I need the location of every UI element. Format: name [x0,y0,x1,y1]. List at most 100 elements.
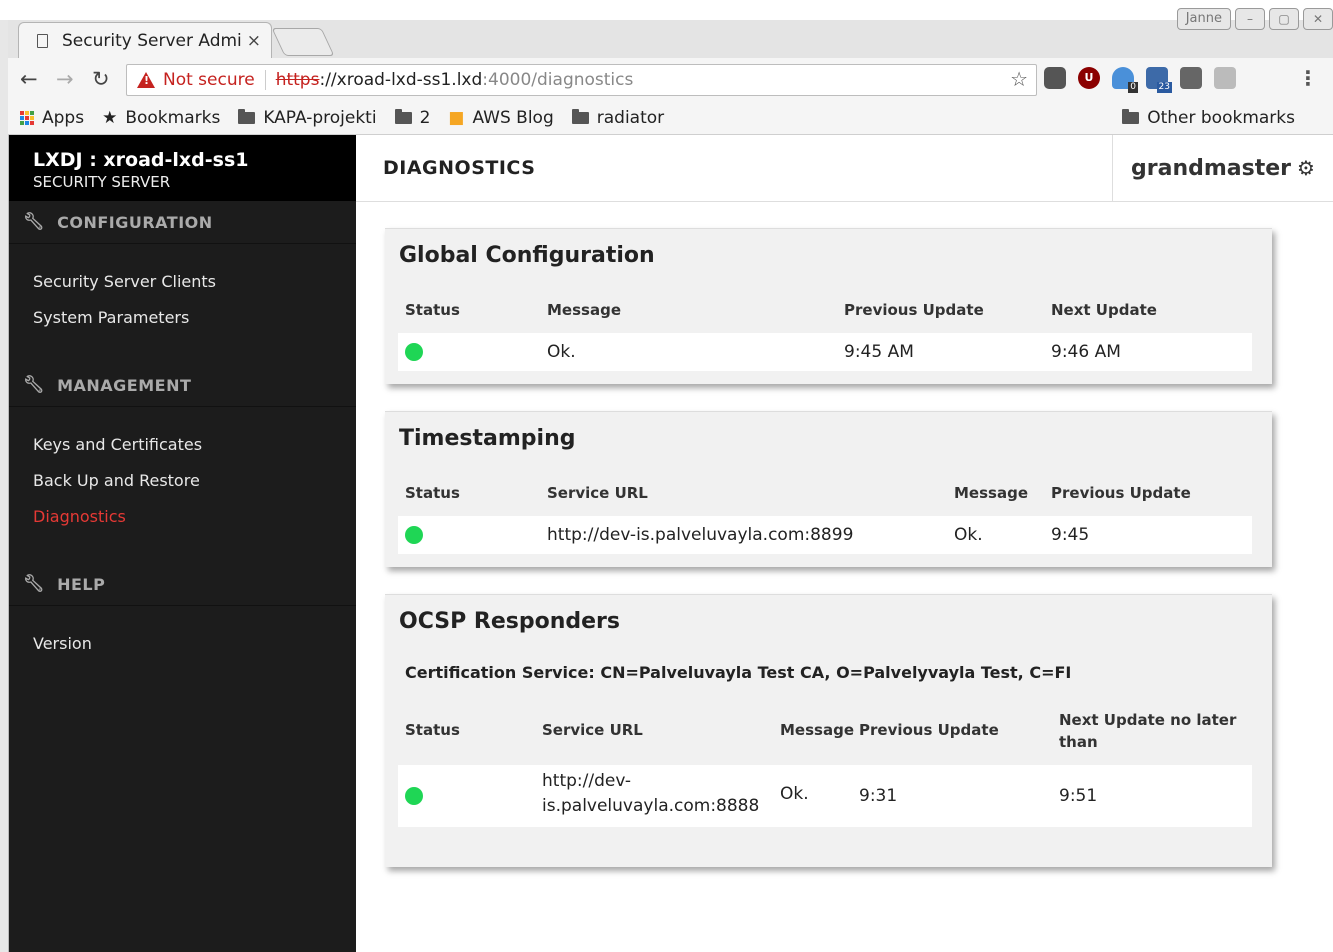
certification-service-label: Certification Service: CN=Palveluvayla T… [405,663,1072,682]
back-arrow-icon[interactable]: ← [20,67,38,91]
column-header: Next Update no later than [1059,711,1237,751]
ublock-icon[interactable]: U [1078,67,1100,89]
folder-icon [571,109,589,124]
section-heading-management: 🔧︎ MANAGEMENT [9,364,356,407]
column-header: Next Update [1051,301,1157,319]
profile-button[interactable]: Janne [1176,8,1231,30]
column-header: Message [954,484,1028,502]
username: grandmaster [1131,155,1292,181]
url-scheme: https [275,70,320,90]
url-path: :4000/diagnostics [482,70,634,90]
bookmark-star-icon[interactable]: ☆ [1010,67,1028,91]
message-cell: Ok. [780,784,809,804]
service-url-cell: http://dev-is.palveluvayla.com:8899 [547,525,854,545]
user-menu[interactable]: grandmaster ⚙ [1112,135,1333,201]
browser-toolbar: ← → ↻ Not secure https://xroad-lxd-ss1.l… [8,58,1333,102]
panel-title: OCSP Responders [399,609,620,634]
next-update-cell: 9:46 AM [1051,342,1121,362]
star-icon: ★ [102,108,118,128]
extension-icon[interactable] [1180,67,1202,89]
close-window-button[interactable]: ✕ [1303,8,1333,30]
timestamping-panel: Timestamping Status Service URL Message … [385,411,1272,567]
extension-icons: U 0 23 [1044,67,1236,93]
next-update-cell: 9:51 [1059,786,1098,806]
sidebar-item-security-server-clients[interactable]: Security Server Clients [9,264,356,300]
column-header: Previous Update [844,301,984,319]
global-configuration-panel: Global Configuration Status Message Prev… [385,228,1272,384]
sidebar-item-version[interactable]: Version [9,626,356,662]
window-top-strip [0,0,1333,20]
forward-arrow-icon[interactable]: → [56,67,74,91]
wrench-icon: 🔧︎ [23,574,46,594]
address-bar[interactable]: Not secure https://xroad-lxd-ss1.lxd:400… [126,64,1037,96]
window-left-frame [0,20,9,952]
browser-tab[interactable]: Security Server Admi × [18,22,272,58]
brand-title: LXDJ : xroad-lxd-ss1 [33,149,249,171]
apps-grid-icon [20,111,34,125]
nav-list-help: Version [9,606,356,690]
sidebar: LXDJ : xroad-lxd-ss1 SECURITY SERVER 🔧︎ C… [9,135,356,952]
service-url-line1: http://dev- [542,771,632,791]
bookmark-2[interactable]: 2 [394,108,430,128]
column-header: Service URL [547,484,648,502]
service-url-line2: is.palveluvayla.com:8888 [542,796,760,816]
calendar-extension-icon[interactable]: 23 [1146,67,1172,93]
wrench-icon: 🔧︎ [23,212,46,232]
bookmark-bookmarks[interactable]: ★ Bookmarks [102,108,220,128]
column-header: Status [405,301,460,319]
ghostery-icon[interactable]: 0 [1112,67,1138,93]
folder-icon [1122,109,1140,124]
bookmark-aws-blog[interactable]: ■ AWS Blog [448,108,553,128]
tab-title: Security Server Admi [62,30,241,51]
new-tab-button[interactable] [271,28,335,56]
message-cell: Ok. [547,342,576,362]
bookmark-kapa-projekti[interactable]: KAPA-projekti [238,108,377,128]
table-row: http://dev- is.palveluvayla.com:8888 Ok.… [398,765,1252,827]
cube-icon: ■ [448,108,465,128]
column-header: Previous Update [1051,484,1191,502]
folder-icon [238,109,256,124]
other-bookmarks[interactable]: Other bookmarks [1122,108,1295,128]
message-cell: Ok. [954,525,983,545]
sidebar-item-back-up-and-restore[interactable]: Back Up and Restore [9,463,356,499]
url-host: ://xroad-lxd-ss1.lxd [319,70,483,90]
security-label[interactable]: Not secure [163,70,255,90]
column-header: Message [780,721,854,739]
maximize-button[interactable]: ▢ [1269,8,1299,30]
column-header: Service URL [542,721,643,739]
column-header: Status [405,484,460,502]
browser-tab-bar: Security Server Admi × Janne – ▢ ✕ [8,8,1333,58]
warning-icon [137,72,155,88]
section-heading-configuration: 🔧︎ CONFIGURATION [9,201,356,244]
brand-header: LXDJ : xroad-lxd-ss1 SECURITY SERVER [9,135,356,201]
status-ok-icon [405,526,423,544]
bookmark-radiator[interactable]: radiator [571,108,664,128]
column-header: Status [405,721,460,739]
page-title: DIAGNOSTICS [383,157,536,179]
section-heading-help: 🔧︎ HELP [9,563,356,606]
minimize-button[interactable]: – [1235,8,1265,30]
bookmarks-bar: Apps ★ Bookmarks KAPA-projekti 2 ■ AWS Blo… [8,102,1333,135]
brand-subtitle: SECURITY SERVER [33,173,171,191]
folder-icon [394,109,412,124]
gear-icon[interactable]: ⚙ [1297,156,1315,180]
nav-list-management: Keys and Certificates Back Up and Restor… [9,407,356,563]
table-row: http://dev-is.palveluvayla.com:8899 Ok. … [398,516,1252,554]
main-header: DIAGNOSTICS grandmaster ⚙ [356,135,1333,202]
reload-icon[interactable]: ↻ [92,67,110,91]
sidebar-item-keys-and-certificates[interactable]: Keys and Certificates [9,427,356,463]
panel-title: Global Configuration [399,243,655,268]
status-ok-icon [405,343,423,361]
window-controls: Janne – ▢ ✕ [1176,8,1333,30]
browser-menu-icon[interactable]: ⋮ [1298,66,1318,90]
extension-h-icon[interactable] [1214,67,1236,89]
column-header: Message [547,301,621,319]
sidebar-item-diagnostics[interactable]: Diagnostics [9,499,356,535]
pocket-icon[interactable] [1044,67,1066,89]
tab-close-icon[interactable]: × [247,31,261,51]
sidebar-item-system-parameters[interactable]: System Parameters [9,300,356,336]
nav-list-configuration: Security Server Clients System Parameter… [9,244,356,364]
bookmark-apps[interactable]: Apps [20,108,84,128]
column-header: Previous Update [859,721,999,739]
status-ok-icon [405,787,423,805]
